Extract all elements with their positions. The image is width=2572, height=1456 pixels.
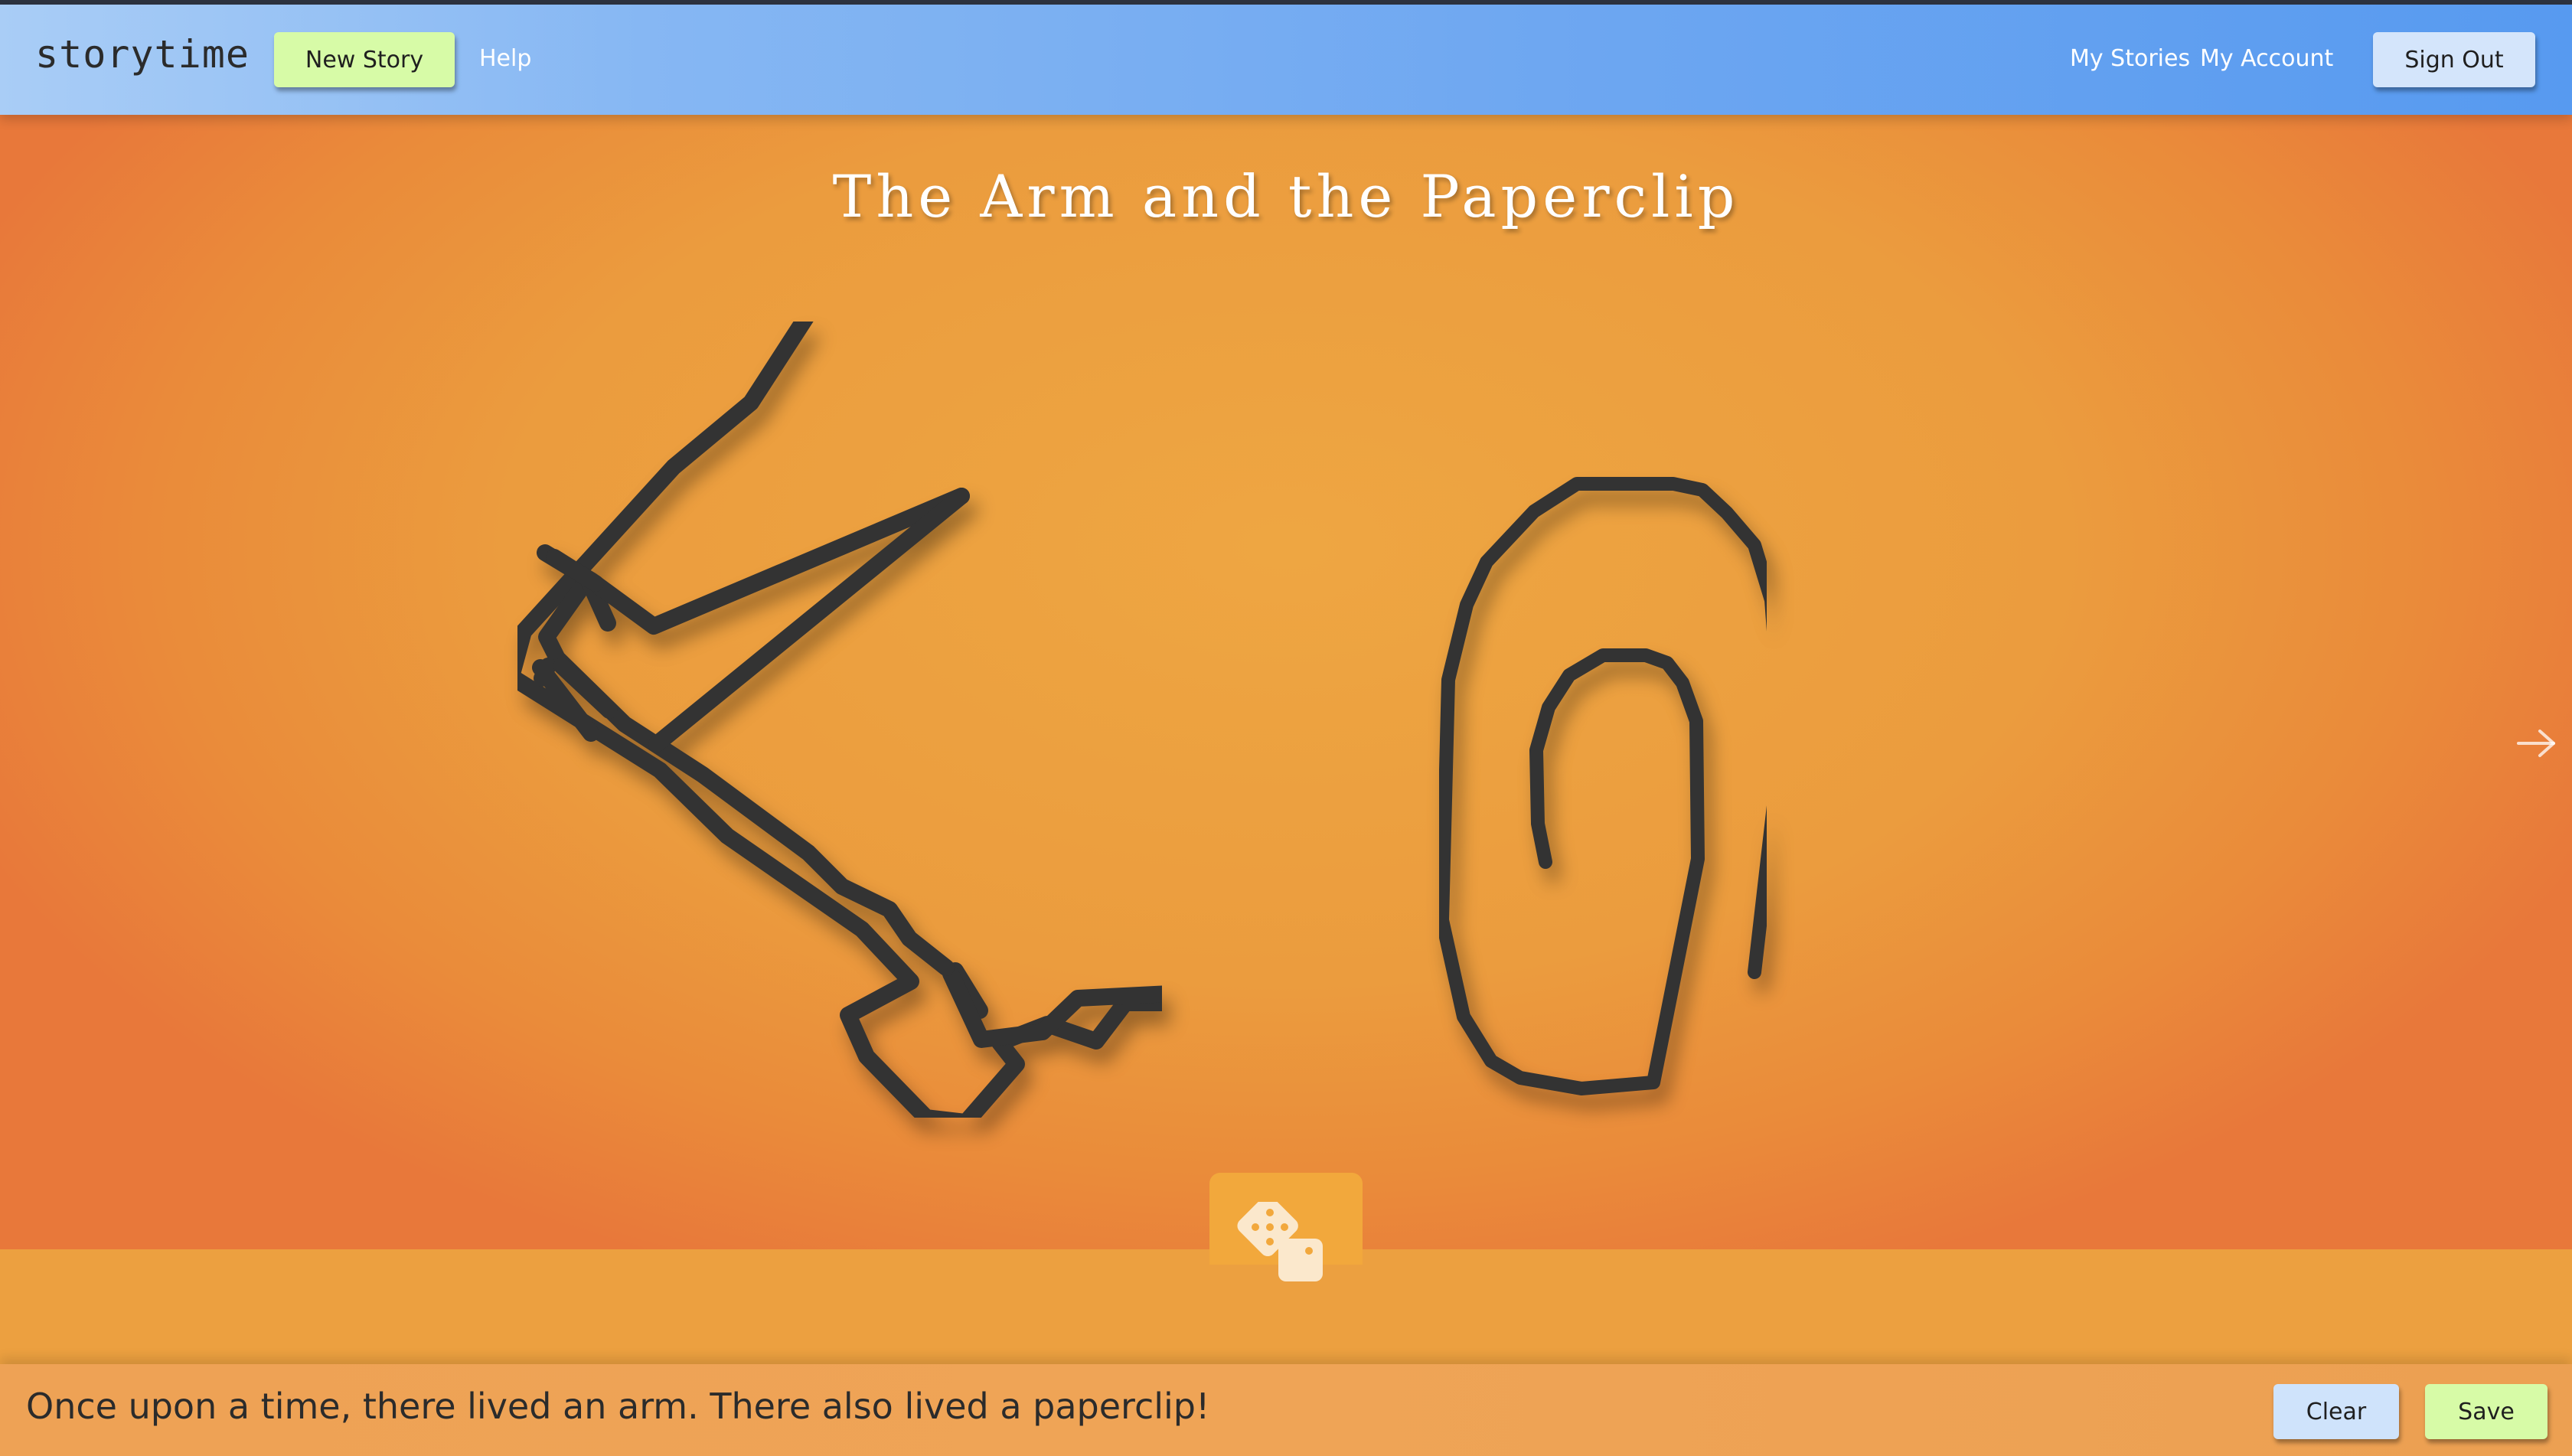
arm-drawing — [517, 322, 1162, 1118]
story-text[interactable]: Once upon a time, there lived an arm. Th… — [26, 1386, 2246, 1427]
brand-logo[interactable]: storytime — [35, 32, 250, 77]
new-story-button[interactable]: New Story — [274, 32, 455, 87]
story-text-bar: Once upon a time, there lived an arm. Th… — [0, 1364, 2572, 1456]
sign-out-button[interactable]: Sign Out — [2373, 32, 2535, 87]
top-navbar: storytime New Story Help My Stories My A… — [0, 5, 2572, 115]
help-link[interactable]: Help — [479, 45, 531, 72]
story-title: The Arm and the Paperclip — [832, 162, 1740, 230]
story-stage: The Arm and the Paperclip Once upon a ti… — [0, 115, 2572, 1456]
my-account-link[interactable]: My Account — [2200, 45, 2333, 72]
random-story-dice-button[interactable] — [1209, 1173, 1363, 1281]
paperclip-drawing — [1439, 477, 1767, 1095]
my-stories-link[interactable]: My Stories — [2070, 45, 2190, 72]
clear-button[interactable]: Clear — [2273, 1384, 2399, 1439]
next-page-arrow-icon[interactable] — [2515, 727, 2558, 759]
save-button[interactable]: Save — [2425, 1384, 2548, 1439]
dice-icon — [1237, 1202, 1323, 1281]
